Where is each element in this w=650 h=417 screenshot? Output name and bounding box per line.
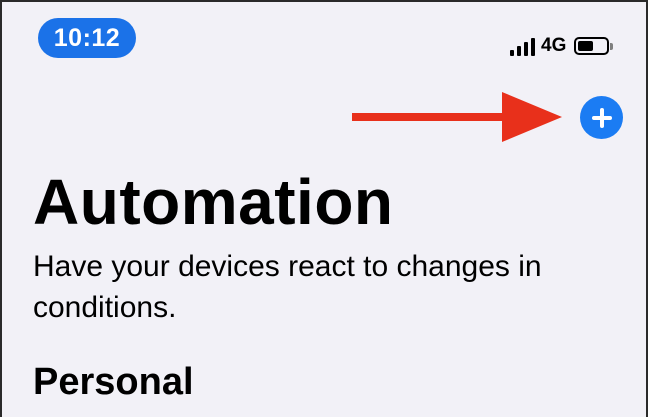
battery-cap [610, 43, 614, 50]
page-subtitle: Have your devices react to changes in co… [33, 250, 542, 324]
status-time: 10:12 [38, 18, 136, 58]
status-indicators: 4G [510, 30, 614, 56]
section-heading-personal: Personal [33, 361, 194, 403]
network-type-label: 4G [541, 35, 567, 56]
battery-icon [574, 37, 610, 55]
plus-icon [591, 107, 612, 128]
red-arrow-icon [352, 92, 562, 142]
page-title: Automation [33, 166, 394, 238]
cellular-signal-icon [510, 38, 535, 56]
phone-screen: 10:12 4G Automation Have your devices re… [0, 0, 648, 417]
add-automation-button[interactable] [580, 96, 623, 139]
battery-level-fill [578, 41, 594, 51]
